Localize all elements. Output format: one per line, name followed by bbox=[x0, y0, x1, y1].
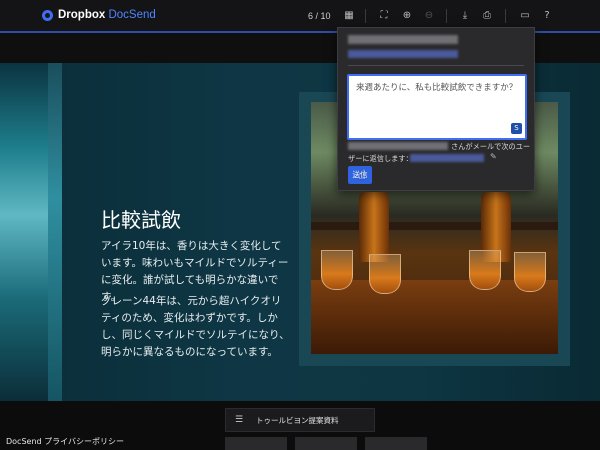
bottle-image bbox=[359, 192, 389, 262]
page-thumbnail[interactable] bbox=[295, 437, 357, 450]
redacted-sender-name bbox=[348, 35, 458, 44]
logo-product: DocSend bbox=[108, 9, 156, 21]
wave-image-edge bbox=[48, 63, 62, 401]
toolbar-divider bbox=[365, 9, 366, 23]
assistant-icon[interactable]: S bbox=[511, 123, 522, 134]
redacted-recipient-email bbox=[410, 154, 484, 162]
edit-pencil-icon[interactable]: ✎ bbox=[490, 152, 497, 161]
print-icon[interactable]: ⎙ bbox=[481, 10, 493, 22]
slide-title: 比較試飲 bbox=[101, 208, 181, 232]
disabled-action-icon: ⊖ bbox=[424, 10, 434, 21]
glass-image bbox=[369, 254, 401, 294]
page-thumbnail[interactable] bbox=[225, 437, 287, 450]
help-icon[interactable]: ? bbox=[541, 10, 553, 22]
glass-image bbox=[469, 250, 501, 290]
glass-image bbox=[321, 250, 353, 290]
add-icon[interactable]: ⊕ bbox=[401, 10, 413, 22]
reply-note: ザーに返信します： bbox=[348, 154, 413, 163]
page-counter: 6 / 10 bbox=[308, 11, 331, 21]
grid-icon[interactable]: ▦ bbox=[343, 10, 355, 22]
toc-label: トゥールビヨン提案資料 bbox=[256, 416, 339, 425]
fullscreen-icon[interactable]: ⛶ bbox=[378, 10, 390, 22]
reply-popup: 来週あたりに、私も比較試飲できますか？ S さんがメールで次のユー ザーに返信し… bbox=[337, 27, 535, 191]
redacted-sender-email bbox=[348, 50, 458, 58]
logo-brand: Dropbox bbox=[58, 9, 106, 21]
comment-icon[interactable]: ▭ bbox=[519, 10, 531, 22]
redacted-recipient-name bbox=[348, 142, 448, 150]
list-icon: ☰ bbox=[235, 415, 244, 425]
table-of-contents-tab[interactable]: ☰ トゥールビヨン提案資料 bbox=[225, 408, 375, 432]
dropbox-docsend-logo[interactable]: Dropbox DocSend bbox=[42, 9, 156, 21]
reply-message-input[interactable]: 来週あたりに、私も比較試飲できますか？ bbox=[347, 74, 527, 140]
download-icon[interactable]: ⤓ bbox=[459, 10, 471, 22]
popup-divider bbox=[348, 65, 524, 66]
reply-note: さんがメールで次のユー bbox=[451, 142, 531, 151]
page-thumbnail[interactable] bbox=[365, 437, 427, 450]
glass-image bbox=[514, 252, 546, 292]
dropbox-logo-icon bbox=[42, 9, 53, 21]
toolbar-divider bbox=[446, 9, 447, 23]
hand-cursor-icon: ☝ bbox=[358, 168, 366, 183]
slide-paragraph-2: グレーン44年は、元から超ハイクオリティのため、変化はわずかです。しかし、同じく… bbox=[101, 295, 290, 358]
privacy-policy-link[interactable]: DocSend プライバシーポリシー bbox=[6, 436, 124, 447]
toolbar-divider bbox=[505, 9, 506, 23]
